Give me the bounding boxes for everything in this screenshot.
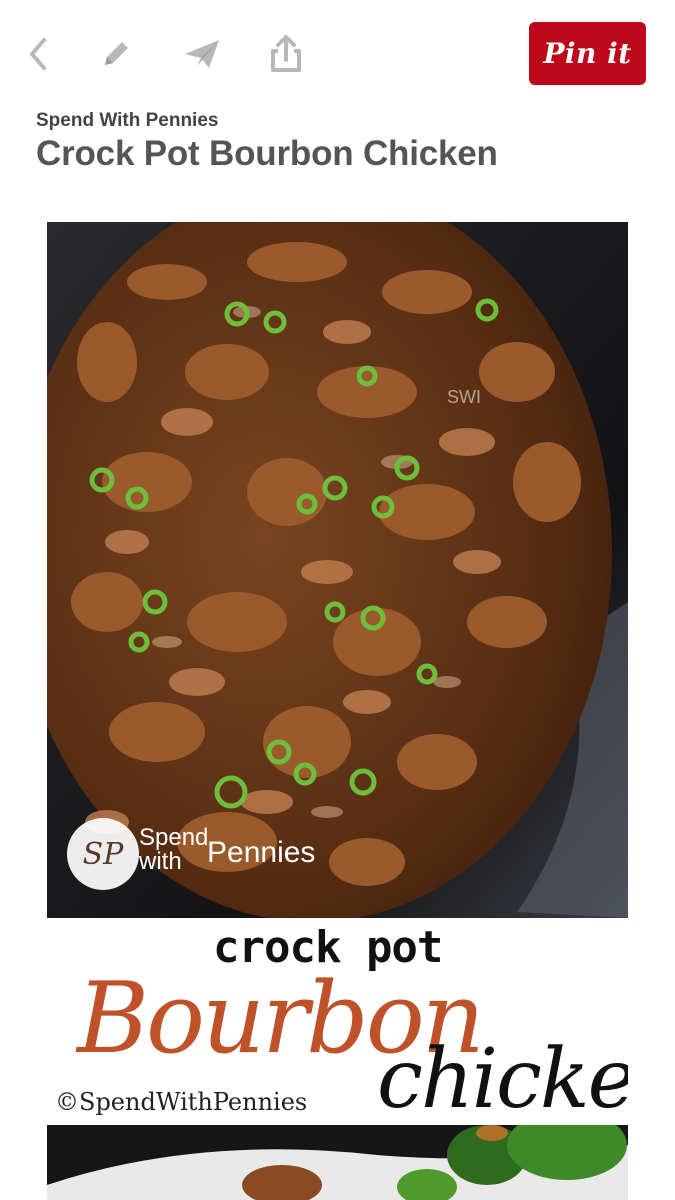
food-photo-bottom <box>47 1125 628 1200</box>
logo-text-pennies: Pennies <box>207 836 316 869</box>
back-icon[interactable] <box>18 32 58 76</box>
edit-icon[interactable] <box>96 32 136 76</box>
send-icon[interactable] <box>182 32 222 76</box>
caption-copyright: ©SpendWithPennies <box>55 1088 308 1116</box>
pin-detail-screen: Pin it Spend With Pennies Crock Pot Bour… <box>0 0 675 1200</box>
pin-it-button[interactable]: Pin it <box>529 22 646 85</box>
corner-watermark: SWI <box>447 387 481 407</box>
pin-source[interactable]: Spend With Pennies <box>36 110 218 132</box>
pin-title: Crock Pot Bourbon Chicken <box>36 134 498 173</box>
share-icon[interactable] <box>266 32 306 76</box>
logo-text-with: with <box>139 848 182 875</box>
pin-toolbar: Pin it <box>0 0 675 100</box>
pin-image[interactable]: SWI SP Spend with Pennies crock pot Bour… <box>47 222 628 1200</box>
brand-logo: SP <box>67 818 139 890</box>
food-photo: SWI SP Spend with Pennies <box>47 222 628 918</box>
caption-chicken: chicken <box>377 1032 628 1127</box>
logo-text-spend: Spend <box>139 824 209 851</box>
